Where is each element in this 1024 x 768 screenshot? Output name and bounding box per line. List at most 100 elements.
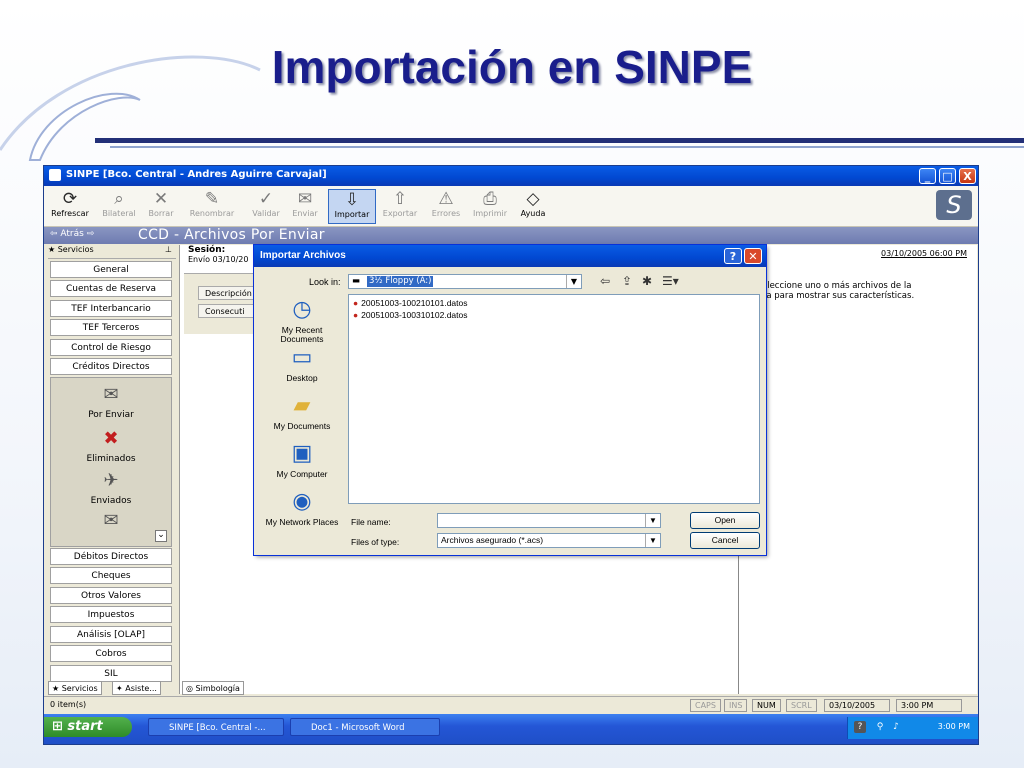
status-scrl: SCRL	[786, 699, 817, 712]
file-item[interactable]: ● 20051003-100210101.datos	[353, 298, 468, 308]
rename-label: Renombrar	[189, 209, 235, 218]
enviados-item[interactable]: ✈ Enviados	[51, 470, 171, 506]
refresh-button[interactable]: ⟳ Refrescar	[48, 189, 92, 218]
clock: 3:00 PM	[937, 722, 970, 731]
file-type-select[interactable]: Archivos asegurado (*.acs) ▼	[437, 533, 661, 548]
task-word[interactable]: Doc1 - Microsoft Word	[290, 718, 440, 736]
sidebar-item-analisis-olap[interactable]: Análisis [OLAP]	[50, 626, 172, 643]
legend-icon: ◎	[186, 684, 196, 693]
file-name: 20051003-100210101.datos	[361, 298, 468, 308]
app-icon	[49, 169, 61, 181]
send-button[interactable]: ✉ Enviar	[288, 189, 322, 218]
wizard-icon: ✦	[116, 684, 126, 693]
open-button[interactable]: Open	[690, 512, 760, 529]
back-icon[interactable]: ⇦	[600, 274, 610, 288]
close-button[interactable]: X	[959, 168, 976, 184]
dialog-title: Importar Archivos	[260, 250, 346, 261]
chevron-down-icon[interactable]: ▼	[566, 275, 581, 288]
navigation-bar: ⇦ Atrás ⇨ CCD - Archivos Por Enviar	[44, 227, 978, 244]
maximize-button[interactable]: □	[939, 168, 956, 184]
place-my-documents[interactable]: ▰ My Documents	[262, 391, 342, 431]
file-name: 20051003-100310102.datos	[361, 310, 468, 320]
delete-label: Borrar	[148, 209, 174, 218]
bilateral-button[interactable]: ⌕ Bilateral	[100, 189, 138, 218]
sidebar-item-tef-terceros[interactable]: TEF Terceros	[50, 319, 172, 336]
export-button[interactable]: ⇧ Exportar	[378, 189, 422, 218]
delete-button[interactable]: ✕ Borrar	[144, 189, 178, 218]
item-count: 0 item(s)	[50, 700, 87, 709]
file-name-input[interactable]: ▼	[437, 513, 661, 528]
refresh-label: Refrescar	[51, 209, 89, 218]
dialog-titlebar[interactable]: Importar Archivos ? ✕	[254, 245, 766, 267]
slide-divider	[95, 138, 1024, 143]
send-icon: ✉	[297, 189, 313, 209]
por-enviar-item[interactable]: ✉ Por Enviar	[51, 384, 171, 420]
place-network[interactable]: ◉ My Network Places	[262, 487, 342, 527]
sidebar-item-tef-interbancario[interactable]: TEF Interbancario	[50, 300, 172, 317]
dialog-help-button[interactable]: ?	[724, 248, 742, 264]
brand-logo: S	[936, 190, 972, 220]
place-my-computer-label: My Computer	[276, 469, 328, 479]
sidebar-item-cobros[interactable]: Cobros	[50, 645, 172, 662]
place-desktop[interactable]: ▭ Desktop	[262, 343, 342, 383]
network-icon[interactable]: ⚲	[874, 721, 886, 733]
view-menu-icon[interactable]: ☰▾	[662, 274, 679, 288]
import-dialog: Importar Archivos ? ✕ Look in: ▬ 3½ Flop…	[254, 245, 766, 555]
back-button[interactable]: ⇦ Atrás ⇨	[50, 229, 94, 239]
print-label: Imprimir	[472, 209, 508, 218]
chevron-down-icon[interactable]: ▼	[645, 534, 660, 547]
dialog-close-button[interactable]: ✕	[744, 248, 762, 264]
task-sinpe[interactable]: SINPE [Bco. Central -...	[148, 718, 284, 736]
windows-logo-icon: ⊞	[52, 719, 68, 734]
errors-button[interactable]: ⚠ Errores	[428, 189, 464, 218]
minimize-button[interactable]: _	[919, 168, 936, 184]
cancel-button[interactable]: Cancel	[690, 532, 760, 549]
sidebar-item-sil[interactable]: SIL	[50, 665, 172, 682]
look-in-select[interactable]: ▬ 3½ Floppy (A:) ▼	[348, 274, 582, 289]
tab-simbologia[interactable]: ◎ Simbología	[182, 681, 244, 695]
tab-servicios[interactable]: ★ Servicios	[48, 681, 102, 695]
data-file-icon: ●	[353, 310, 359, 320]
sidebar-item-creditos-directos[interactable]: Créditos Directos	[50, 358, 172, 375]
delete-icon: ✕	[153, 189, 169, 209]
sent-icon: ✈	[103, 470, 119, 491]
help-tray-icon[interactable]: ?	[854, 721, 866, 733]
pin-icon[interactable]: ⊥	[165, 245, 172, 254]
help-button[interactable]: ◇ Ayuda	[516, 189, 550, 218]
sidebar-item-control-riesgo[interactable]: Control de Riesgo	[50, 339, 172, 356]
file-item[interactable]: ● 20051003-100310102.datos	[353, 310, 468, 320]
status-bar: 0 item(s) CAPS INS NUM SCRL 03/10/2005 3…	[44, 696, 978, 714]
search-icon: ⌕	[114, 189, 124, 209]
window-title: SINPE [Bco. Central - Andres Aguirre Car…	[66, 169, 327, 180]
print-button[interactable]: ⎙ Imprimir	[470, 189, 510, 218]
volume-icon[interactable]: ♪	[890, 721, 902, 733]
sidebar-item-impuestos[interactable]: Impuestos	[50, 606, 172, 623]
validate-button[interactable]: ✓ Validar	[248, 189, 284, 218]
chevron-down-icon[interactable]: ▼	[645, 514, 660, 527]
place-my-computer[interactable]: ▣ My Computer	[262, 439, 342, 479]
import-button[interactable]: ⇩ Importar	[328, 189, 376, 224]
sidebar-item-general[interactable]: General	[50, 261, 172, 278]
status-caps: CAPS	[690, 699, 721, 712]
sidebar-item-otros-valores[interactable]: Otros Valores	[50, 587, 172, 604]
star-icon: ★	[52, 684, 62, 693]
status-date: 03/10/2005	[824, 699, 890, 712]
sidebar-item-cuentas-reserva[interactable]: Cuentas de Reserva	[50, 280, 172, 297]
up-folder-icon[interactable]: ⇪	[622, 274, 632, 288]
tab-asistente[interactable]: ✦ Asiste...	[112, 681, 161, 695]
place-recent[interactable]: ◷ My Recent Documents	[262, 295, 342, 344]
sidebar-item-cheques[interactable]: Cheques	[50, 567, 172, 584]
chevron-down-icon[interactable]: ⌄	[155, 530, 167, 542]
file-type-value: Archivos asegurado (*.acs)	[441, 535, 544, 545]
window-titlebar[interactable]: SINPE [Bco. Central - Andres Aguirre Car…	[44, 166, 978, 186]
start-button[interactable]: ⊞ start	[44, 717, 132, 737]
new-folder-icon[interactable]: ✱	[642, 274, 652, 288]
por-enviar-label: Por Enviar	[88, 410, 134, 420]
eliminados-item[interactable]: ✖ Eliminados	[51, 428, 171, 464]
place-recent-label: My Recent Documents	[280, 325, 324, 344]
file-type-label: Files of type:	[351, 537, 400, 547]
more-item[interactable]: ✉	[51, 510, 171, 536]
sidebar-item-debitos-directos[interactable]: Débitos Directos	[50, 548, 172, 565]
rename-button[interactable]: ✎ Renombrar	[186, 189, 238, 218]
export-label: Exportar	[382, 209, 418, 218]
